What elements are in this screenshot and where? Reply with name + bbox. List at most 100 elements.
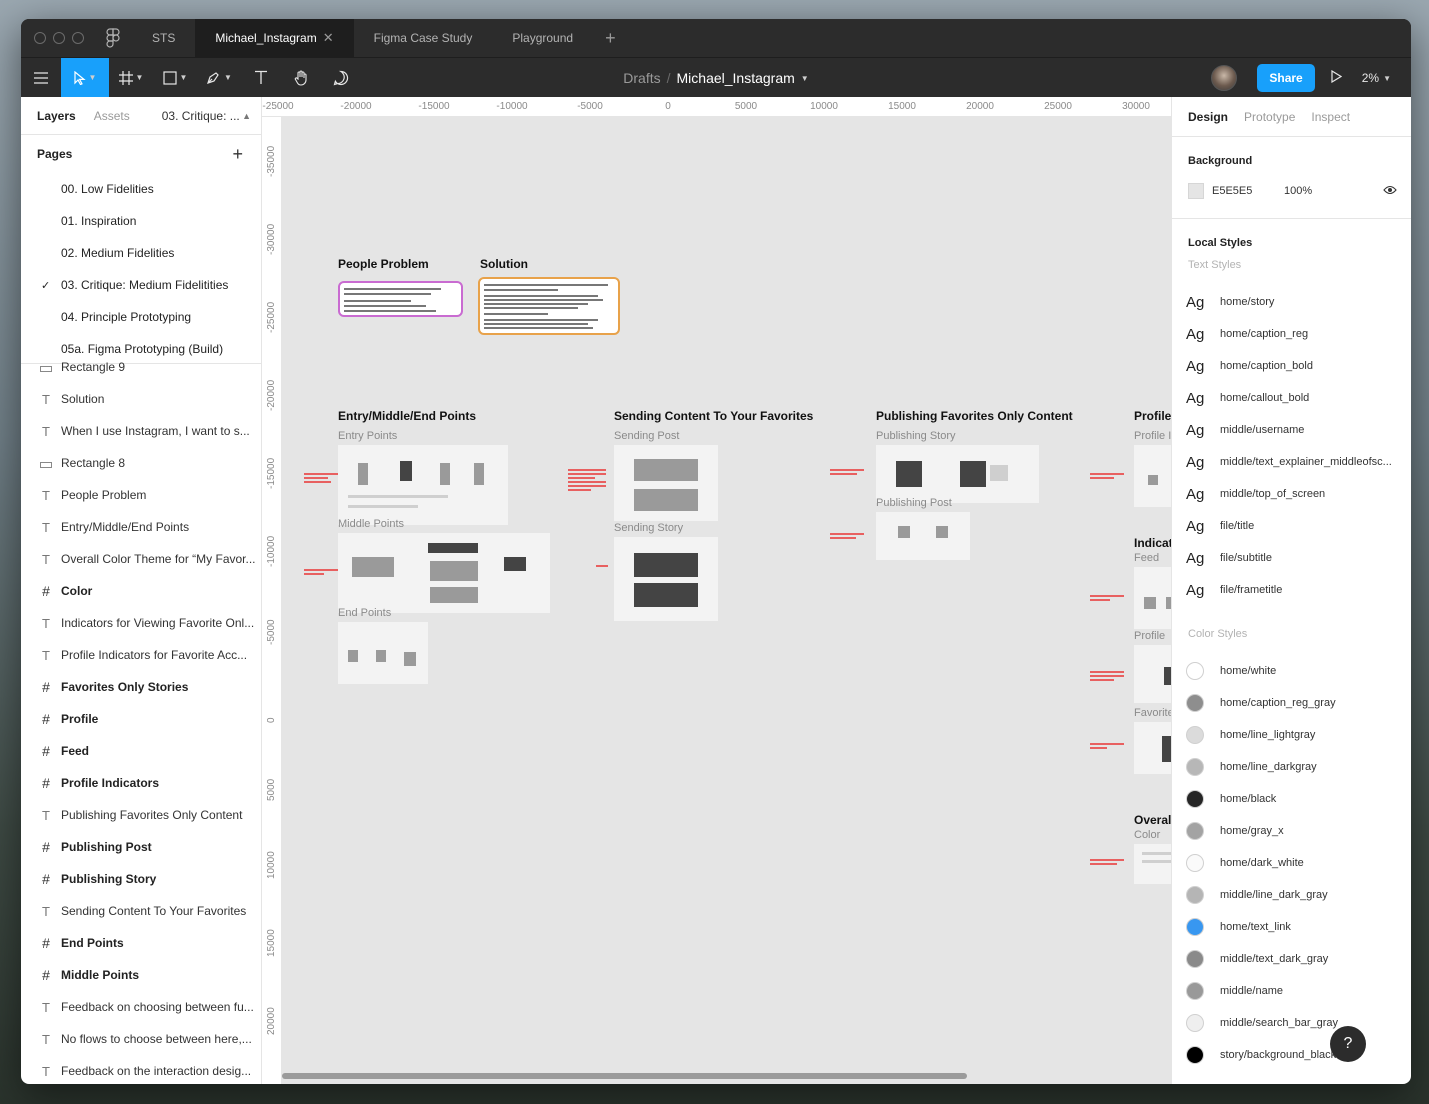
color-style-item[interactable]: home/gray_x	[1172, 815, 1411, 847]
file-title-dropdown[interactable]: Drafts / Michael_Instagram ▼	[623, 70, 808, 86]
layer-item[interactable]: T Publishing Favorites Only Content	[21, 799, 261, 831]
figma-logo-icon[interactable]	[106, 28, 120, 48]
horizontal-scrollbar[interactable]	[282, 1073, 967, 1079]
publishing-post-frame[interactable]	[876, 512, 970, 560]
shape-tool-button[interactable]: ▼	[153, 58, 197, 98]
close-tab-icon[interactable]: ✕	[323, 30, 334, 46]
profile-indicators-title[interactable]: Profile Ind	[1134, 409, 1171, 423]
entry-points-frame[interactable]	[338, 445, 508, 525]
text-style-item[interactable]: Ag home/callout_bold	[1172, 382, 1411, 414]
close-window-button[interactable]	[34, 32, 46, 44]
solution-title[interactable]: Solution	[480, 257, 528, 271]
text-tool-button[interactable]	[241, 58, 281, 98]
feedback-note[interactable]	[304, 473, 338, 485]
favorites-frame[interactable]	[1134, 722, 1171, 774]
text-style-item[interactable]: Ag file/title	[1172, 510, 1411, 542]
current-page-dropdown[interactable]: 03. Critique: ...	[162, 109, 240, 123]
entry-middle-end-title[interactable]: Entry/Middle/End Points	[338, 409, 476, 423]
text-style-item[interactable]: Ag home/caption_bold	[1172, 350, 1411, 382]
hand-tool-button[interactable]	[281, 58, 321, 98]
main-menu-icon[interactable]	[21, 58, 61, 98]
feedback-note[interactable]	[1090, 743, 1124, 751]
profile-indicators-frame[interactable]	[1134, 445, 1171, 507]
color-label[interactable]: Color	[1134, 829, 1160, 841]
feed-label[interactable]: Feed	[1134, 552, 1159, 564]
color-style-item[interactable]: middle/search_bar_gray	[1172, 1007, 1411, 1039]
feedback-note[interactable]	[304, 569, 338, 577]
layer-item[interactable]: # Middle Points	[21, 959, 261, 991]
entry-points-label[interactable]: Entry Points	[338, 430, 397, 442]
layer-item[interactable]: Rectangle 8	[21, 447, 261, 479]
layer-item[interactable]: T Entry/Middle/End Points	[21, 511, 261, 543]
color-style-item[interactable]: story/background_black	[1172, 1039, 1411, 1071]
feedback-note[interactable]	[1090, 595, 1124, 603]
page-item[interactable]: 01. Inspiration	[21, 205, 261, 237]
tab-layers[interactable]: Layers	[37, 109, 76, 123]
file-name[interactable]: Michael_Instagram	[677, 70, 795, 86]
comment-tool-button[interactable]	[321, 58, 361, 98]
move-tool-button[interactable]: ▼	[61, 57, 109, 98]
color-style-item[interactable]: home/white	[1172, 655, 1411, 687]
profile-indicators-label[interactable]: Profile Indic	[1134, 430, 1171, 442]
page-item[interactable]: 04. Principle Prototyping	[21, 301, 261, 333]
feedback-note[interactable]	[568, 469, 606, 493]
sending-post-frame[interactable]	[614, 445, 718, 521]
layer-item[interactable]: # End Points	[21, 927, 261, 959]
visibility-eye-icon[interactable]	[1383, 184, 1397, 198]
favorites-label[interactable]: Favorites C	[1134, 707, 1171, 719]
end-points-label[interactable]: End Points	[338, 607, 391, 619]
share-button[interactable]: Share	[1257, 64, 1315, 92]
color-style-item[interactable]: home/text_link	[1172, 911, 1411, 943]
page-item[interactable]: 00. Low Fidelities	[21, 173, 261, 205]
feedback-note[interactable]	[830, 469, 864, 477]
text-style-item[interactable]: Ag file/frametitle	[1172, 574, 1411, 606]
color-style-item[interactable]: home/line_darkgray	[1172, 751, 1411, 783]
help-button[interactable]: ?	[1330, 1026, 1366, 1062]
layer-item[interactable]: Rectangle 9	[21, 362, 261, 383]
color-style-item[interactable]: middle/name	[1172, 975, 1411, 1007]
sending-story-frame[interactable]	[614, 537, 718, 621]
zoom-dropdown[interactable]: 2% ▼	[1362, 71, 1391, 85]
layer-item[interactable]: # Feed	[21, 735, 261, 767]
overall-color-title[interactable]: Overall Co	[1134, 813, 1171, 827]
layer-item[interactable]: T People Problem	[21, 479, 261, 511]
page-item-current[interactable]: ✓ 03. Critique: Medium Fidelitities	[21, 269, 261, 301]
text-style-item[interactable]: Ag middle/text_explainer_middleofsc...	[1172, 446, 1411, 478]
feedback-note[interactable]	[1090, 671, 1124, 683]
profile-label[interactable]: Profile	[1134, 630, 1165, 642]
add-page-icon[interactable]: +	[232, 144, 243, 165]
color-style-item[interactable]: home/dark_white	[1172, 847, 1411, 879]
avatar[interactable]	[1211, 65, 1238, 91]
layer-item[interactable]: T Profile Indicators for Favorite Acc...	[21, 639, 261, 671]
layer-item[interactable]: T Overall Color Theme for “My Favor...	[21, 543, 261, 575]
chevron-up-icon[interactable]: ▲	[242, 111, 251, 121]
solution-card[interactable]	[478, 277, 620, 335]
layer-item[interactable]: # Color	[21, 575, 261, 607]
people-problem-card[interactable]	[338, 281, 463, 317]
publishing-story-label[interactable]: Publishing Story	[876, 430, 956, 442]
new-tab-icon[interactable]: +	[593, 19, 628, 57]
feed-frame[interactable]	[1134, 567, 1171, 629]
layer-item[interactable]: # Publishing Story	[21, 863, 261, 895]
color-style-item[interactable]: home/black	[1172, 783, 1411, 815]
minimize-window-button[interactable]	[53, 32, 65, 44]
middle-points-label[interactable]: Middle Points	[338, 518, 404, 530]
color-style-item[interactable]: middle/text_dark_gray	[1172, 943, 1411, 975]
frame-tool-button[interactable]: ▼	[109, 58, 153, 98]
sending-content-title[interactable]: Sending Content To Your Favorites	[614, 409, 813, 423]
zoom-window-button[interactable]	[72, 32, 84, 44]
publishing-story-frame[interactable]	[876, 445, 1039, 503]
background-opacity[interactable]: 100%	[1284, 185, 1312, 197]
tab-figma-case-study[interactable]: Figma Case Study	[354, 19, 493, 57]
layer-item[interactable]: T Feedback on the interaction desig...	[21, 1055, 261, 1084]
tab-inspect[interactable]: Inspect	[1311, 110, 1350, 124]
publishing-post-label[interactable]: Publishing Post	[876, 497, 952, 509]
present-play-icon[interactable]	[1331, 69, 1342, 86]
color-style-item[interactable]: home/caption_reg_gray	[1172, 687, 1411, 719]
layer-item[interactable]: T Indicators for Viewing Favorite Onl...	[21, 607, 261, 639]
layer-item[interactable]: # Publishing Post	[21, 831, 261, 863]
canvas[interactable]: -25000 -20000 -15000 -10000 -5000 0 5000 10000 1…	[262, 97, 1171, 1084]
middle-points-frame[interactable]	[338, 533, 550, 613]
sending-post-label[interactable]: Sending Post	[614, 430, 679, 442]
layer-item[interactable]: T No flows to choose between here,...	[21, 1023, 261, 1055]
